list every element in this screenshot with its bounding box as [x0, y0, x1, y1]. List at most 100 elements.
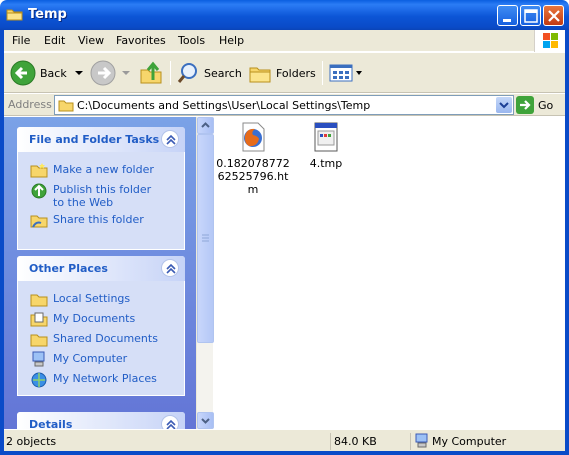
collapse-button[interactable] [161, 259, 179, 277]
chevron-up-icon [166, 419, 176, 429]
file-item[interactable]: 0.18207877262525796.htm [213, 121, 293, 196]
folders-button[interactable]: Folders [248, 59, 316, 87]
place-label: My Documents [53, 312, 136, 325]
menu-file[interactable]: File [12, 34, 30, 47]
other-places-panel: Other Places Local Settings My Documents… [17, 256, 185, 396]
menu-view[interactable]: View [78, 34, 104, 47]
panel-header[interactable]: Details [17, 412, 185, 429]
network-icon [31, 372, 47, 388]
place-label: My Network Places [53, 372, 157, 385]
file-folder-tasks-panel: File and Folder Tasks Make a new folder … [17, 127, 185, 250]
place-my-computer[interactable]: My Computer [18, 349, 184, 369]
panel-body: Make a new folder Publish this folder to… [17, 152, 185, 250]
maximize-icon [524, 9, 538, 23]
publish-web-icon [31, 183, 47, 199]
back-button[interactable]: Back [10, 59, 85, 87]
forward-arrow-icon [90, 60, 116, 86]
up-folder-icon [140, 61, 162, 84]
window-frame-bottom [0, 451, 569, 455]
computer-icon [415, 433, 428, 448]
chevron-down-icon [356, 71, 362, 75]
search-label: Search [204, 66, 242, 80]
collapse-button[interactable] [161, 415, 179, 429]
menu-tools[interactable]: Tools [178, 34, 205, 47]
place-my-documents[interactable]: My Documents [18, 309, 184, 329]
title-bar: Temp [0, 0, 569, 30]
chevron-down-icon [122, 71, 130, 75]
details-panel: Details [17, 412, 185, 429]
folders-icon [249, 67, 271, 83]
scroll-up-button[interactable] [197, 117, 214, 134]
place-my-network-places[interactable]: My Network Places [18, 369, 184, 389]
task-make-new-folder[interactable]: Make a new folder [18, 160, 184, 180]
place-shared-documents[interactable]: Shared Documents [18, 329, 184, 349]
folder-icon [58, 100, 74, 112]
task-label: Publish this folder to the Web [53, 183, 152, 209]
minimize-icon [503, 19, 511, 22]
task-publish-folder[interactable]: Publish this folder to the Web [18, 180, 184, 210]
up-folder-button[interactable] [138, 59, 164, 87]
windows-logo [534, 30, 565, 52]
status-size: 84.0 KB [334, 435, 377, 448]
scroll-down-button[interactable] [197, 412, 214, 429]
close-button[interactable] [543, 5, 564, 26]
panel-header[interactable]: Other Places [17, 256, 185, 281]
menu-favorites[interactable]: Favorites [116, 34, 166, 47]
task-pane: File and Folder Tasks Make a new folder … [4, 117, 196, 429]
toolbar-separator [322, 61, 323, 85]
panel-title: Other Places [29, 262, 108, 275]
panel-title: File and Folder Tasks [29, 133, 160, 146]
file-item[interactable]: 4.tmp [286, 121, 366, 170]
place-label: Shared Documents [53, 332, 158, 345]
close-icon [548, 10, 560, 22]
firefox-html-icon [242, 122, 265, 152]
back-arrow-icon [10, 60, 36, 86]
maximize-button[interactable] [520, 5, 541, 26]
minimize-button[interactable] [497, 5, 518, 26]
go-button[interactable]: Go [516, 96, 553, 114]
place-label: Local Settings [53, 292, 131, 305]
menu-help[interactable]: Help [219, 34, 244, 47]
window-frame-right [565, 30, 569, 455]
chevron-down-icon [201, 418, 210, 424]
views-button[interactable] [328, 59, 363, 87]
file-view[interactable]: 0.18207877262525796.htm 4.tmp [196, 117, 565, 429]
tmp-file-icon [314, 122, 338, 152]
search-button[interactable]: Search [176, 59, 242, 87]
toolbar: Back Search Folders [4, 53, 565, 93]
search-icon [177, 63, 197, 83]
windows-flag-icon [543, 33, 558, 48]
chevron-down-icon [74, 71, 83, 75]
toolbar-separator [170, 61, 171, 85]
collapse-button[interactable] [161, 130, 179, 148]
chevron-down-icon [499, 102, 509, 109]
my-documents-icon [30, 312, 48, 327]
address-bar: Address C:\Documents and Settings\User\L… [4, 94, 565, 116]
computer-icon [32, 351, 45, 367]
place-label: My Computer [53, 352, 128, 365]
menu-edit[interactable]: Edit [44, 34, 65, 47]
address-dropdown-button[interactable] [496, 97, 512, 113]
task-label: Make a new folder [53, 163, 154, 176]
task-label: Share this folder [53, 213, 144, 226]
scroll-thumb[interactable] [197, 134, 214, 343]
address-label: Address [8, 98, 52, 111]
panel-body: Local Settings My Documents Shared Docum… [17, 281, 185, 396]
folder-icon [6, 9, 23, 21]
window-title: Temp [28, 7, 67, 22]
status-location: My Computer [432, 435, 507, 448]
vertical-scrollbar[interactable] [196, 117, 214, 429]
forward-button[interactable] [90, 59, 132, 87]
panel-title: Details [29, 418, 73, 429]
panel-header[interactable]: File and Folder Tasks [17, 127, 185, 152]
grip-icon [202, 234, 209, 242]
file-name: 0.18207877262525796.htm [216, 157, 290, 196]
place-local-settings[interactable]: Local Settings [18, 289, 184, 309]
chevron-up-icon [201, 122, 210, 128]
address-input[interactable]: C:\Documents and Settings\User\Local Set… [54, 95, 514, 115]
task-share-folder[interactable]: Share this folder [18, 210, 184, 230]
status-bar: 2 objects 84.0 KB My Computer [4, 429, 565, 451]
file-name: 4.tmp [309, 157, 343, 170]
shared-folder-icon [30, 334, 48, 347]
folder-icon [30, 294, 48, 307]
